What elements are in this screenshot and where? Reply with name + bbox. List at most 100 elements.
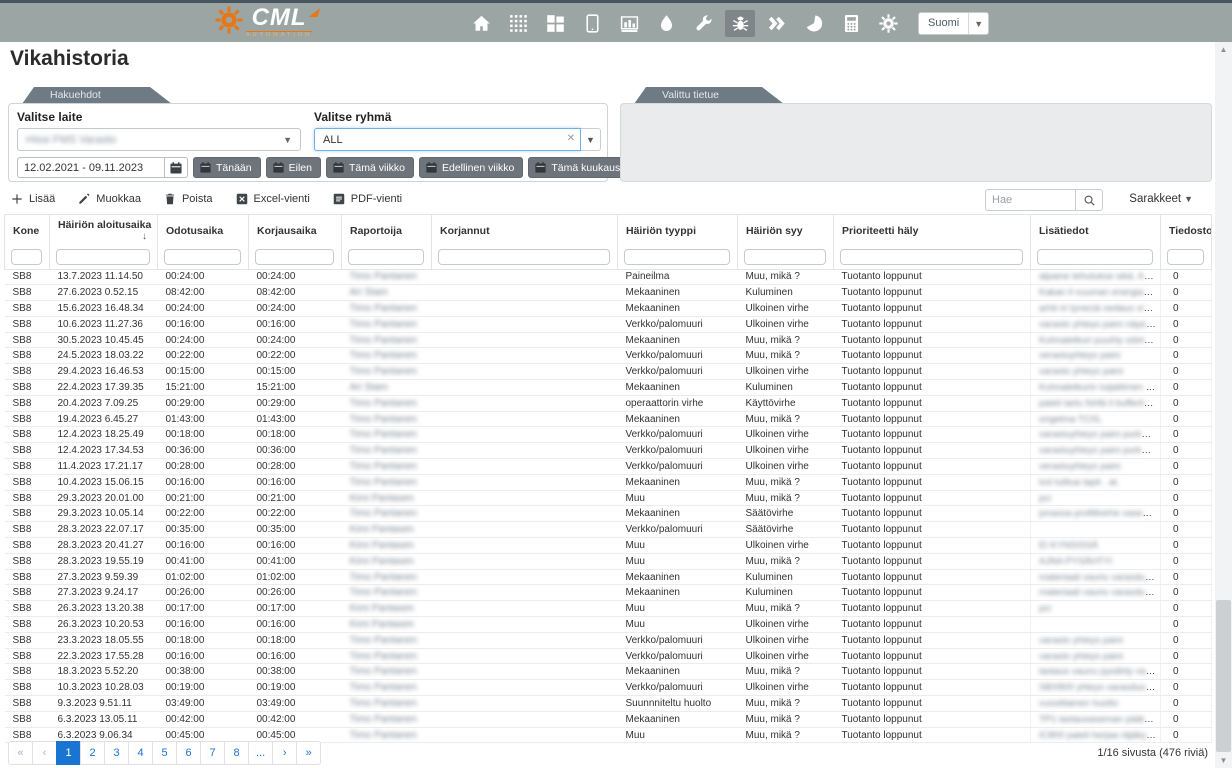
table-row[interactable]: SB828.3.2023 22.07.1700:35:0000:35:00Kim… [5,522,1212,538]
page-button-1[interactable]: 1 [56,741,81,765]
edit-button[interactable]: Muokkaa [77,192,141,206]
scroll-up-arrow[interactable]: ▲ [1215,42,1232,57]
table-row[interactable]: SB813.7.2023 11.14.5000:24:0000:24:00Tim… [5,269,1212,285]
nav-tags-icon[interactable] [762,10,792,37]
filter-input-tiedostoa[interactable] [1167,249,1204,265]
delete-button[interactable]: Poista [163,192,213,206]
table-row[interactable]: SB820.4.2023 7.09.2500:29:0000:29:00Timo… [5,395,1212,411]
excel-export-button[interactable]: Excel-vienti [235,192,310,206]
table-row[interactable]: SB829.3.2023 20.01.0000:21:0000:21:00Kim… [5,490,1212,506]
col-header-tyyppi[interactable]: Häiriön tyyppi [618,215,738,246]
table-row[interactable]: SB812.4.2023 17.34.5300:36:0000:36:00Tim… [5,443,1212,459]
group-combobox-input[interactable] [314,128,581,151]
nav-gear-icon[interactable] [873,10,903,37]
col-header-odotus[interactable]: Odotusaika [158,215,249,246]
page-first-button[interactable]: « [8,741,33,765]
filter-input-raportoija[interactable] [348,249,424,265]
col-header-tiedostoa[interactable]: Tiedostoa [1161,215,1212,246]
quick-date-button-4[interactable]: Edellinen viikko [419,157,523,178]
pdf-export-button[interactable]: PDF-vienti [332,192,402,206]
scroll-down-arrow[interactable]: ▼ [1215,753,1232,768]
nav-calculator-icon[interactable] [836,10,866,37]
table-row[interactable]: SB822.4.2023 17.39.3515:21:0015:21:00Ari… [5,380,1212,396]
page-prev-button[interactable]: ‹ [32,741,57,765]
col-header-raportoija[interactable]: Raportoija [342,215,432,246]
nav-tablet-icon[interactable] [577,10,607,37]
col-header-lisatiedot[interactable]: Lisätiedot [1031,215,1161,246]
vertical-scrollbar[interactable]: ▲ ▼ [1215,42,1232,768]
language-select[interactable]: Suomi ▼ [918,12,989,35]
table-row[interactable]: SB818.3.2023 5.52.2000:38:0000:38:00Timo… [5,664,1212,680]
chevron-down-icon[interactable]: ▼ [581,128,601,151]
table-row[interactable]: SB828.3.2023 20.41.2700:16:0000:16:00Kim… [5,538,1212,554]
chevron-down-icon[interactable]: ▼ [968,13,988,34]
scrollbar-thumb[interactable] [1216,600,1231,752]
nav-home-icon[interactable] [466,10,496,37]
table-row[interactable]: SB822.3.2023 17.55.2800:16:0000:16:00Tim… [5,648,1212,664]
filter-input-odotus[interactable] [164,249,241,265]
page-button-6[interactable]: 6 [176,741,201,765]
calendar-icon[interactable] [165,157,188,178]
filter-input-korjaus[interactable] [255,249,334,265]
page-button-4[interactable]: 4 [128,741,153,765]
nav-apps-grid-icon[interactable] [503,10,533,37]
columns-dropdown-button[interactable]: Sarakkeet▼ [1129,193,1193,205]
clear-icon[interactable]: ✕ [567,133,575,144]
date-range-input[interactable] [17,157,165,178]
table-row[interactable]: SB829.4.2023 16.46.5300:15:0000:15:00Tim… [5,364,1212,380]
table-row[interactable]: SB829.3.2023 10.05.1400:22:0000:22:00Tim… [5,506,1212,522]
quick-date-button-2[interactable]: Eilen [266,157,321,178]
quick-date-button-1[interactable]: Tänään [193,157,261,178]
filter-input-prio[interactable] [840,249,1023,265]
page-last-button[interactable]: » [296,741,321,765]
col-header-korjannut[interactable]: Korjannut [432,215,618,246]
nav-dashboard-tiles-icon[interactable] [540,10,570,37]
table-row[interactable]: SB815.6.2023 16.48.3400:24:0000:24:00Tim… [5,301,1212,317]
page-button-5[interactable]: 5 [152,741,177,765]
add-button[interactable]: Lisää [10,192,55,206]
table-row[interactable]: SB827.6.2023 0.52.1508:42:0008:42:00Ari … [5,285,1212,301]
filter-input-kone[interactable] [11,249,42,265]
table-row[interactable]: SB826.3.2023 10.20.5300:16:0000:16:00Kim… [5,617,1212,633]
table-row[interactable]: SB810.6.2023 11.27.3600:16:0000:16:00Tim… [5,316,1212,332]
page-button-7[interactable]: 7 [200,741,225,765]
col-header-aloitus[interactable]: Häiriön aloitusaika↓ [50,215,158,246]
quick-date-button-3[interactable]: Tämä viikko [326,157,414,178]
filter-input-aloitus[interactable] [56,249,150,265]
nav-bug-icon[interactable] [725,10,755,37]
nav-pie-chart-icon[interactable] [799,10,829,37]
page-button-3[interactable]: 3 [104,741,129,765]
page-button-2[interactable]: 2 [80,741,105,765]
table-row[interactable]: SB828.3.2023 19.55.1900:41:0000:41:00Kim… [5,553,1212,569]
table-row[interactable]: SB819.4.2023 6.45.2701:43:0001:43:00Timo… [5,411,1212,427]
table-row[interactable]: SB810.3.2023 10.28.0300:19:0000:19:00Tim… [5,680,1212,696]
table-row[interactable]: SB824.5.2023 18.03.2200:22:0000:22:00Tim… [5,348,1212,364]
nav-bar-chart-icon[interactable] [614,10,644,37]
table-row[interactable]: SB86.3.2023 13.05.1100:42:0000:42:00Timo… [5,711,1212,727]
col-header-korjaus[interactable]: Korjausaika [249,215,342,246]
col-header-syy[interactable]: Häiriön syy [738,215,834,246]
table-row[interactable]: SB827.3.2023 9.24.1700:26:0000:26:00Timo… [5,585,1212,601]
filter-input-lisatiedot[interactable] [1037,249,1153,265]
page-ellipsis-button[interactable]: ... [248,741,273,765]
col-header-prio[interactable]: Prioriteetti häly [834,215,1031,246]
search-input[interactable] [985,189,1075,211]
nav-flame-icon[interactable] [651,10,681,37]
table-row[interactable]: SB811.4.2023 17.21.1700:28:0000:28:00Tim… [5,459,1212,475]
table-row[interactable]: SB830.5.2023 10.45.4500:24:0000:24:00Tim… [5,332,1212,348]
filter-input-korjannut[interactable] [438,249,610,265]
table-row[interactable]: SB89.3.2023 9.51.1103:49:0003:49:00Timo … [5,696,1212,712]
table-row[interactable]: SB810.4.2023 15.06.1500:16:0000:16:00Tim… [5,474,1212,490]
quick-date-button-5[interactable]: Tämä kuukausi [528,157,631,178]
page-button-8[interactable]: 8 [224,741,249,765]
table-row[interactable]: SB823.3.2023 18.05.5500:18:0000:18:00Tim… [5,632,1212,648]
device-select[interactable]: Hissi FMS Varasto ▼ [17,128,301,151]
table-row[interactable]: SB812.4.2023 18.25.4900:18:0000:18:00Tim… [5,427,1212,443]
filter-input-syy[interactable] [744,249,826,265]
page-next-button[interactable]: › [272,741,297,765]
nav-wrench-icon[interactable] [688,10,718,37]
col-header-kone[interactable]: Kone [5,215,50,246]
filter-input-tyyppi[interactable] [624,249,730,265]
table-row[interactable]: SB826.3.2023 13.20.3800:17:0000:17:00Kim… [5,601,1212,617]
table-row[interactable]: SB827.3.2023 9.59.3901:02:0001:02:00Timo… [5,569,1212,585]
